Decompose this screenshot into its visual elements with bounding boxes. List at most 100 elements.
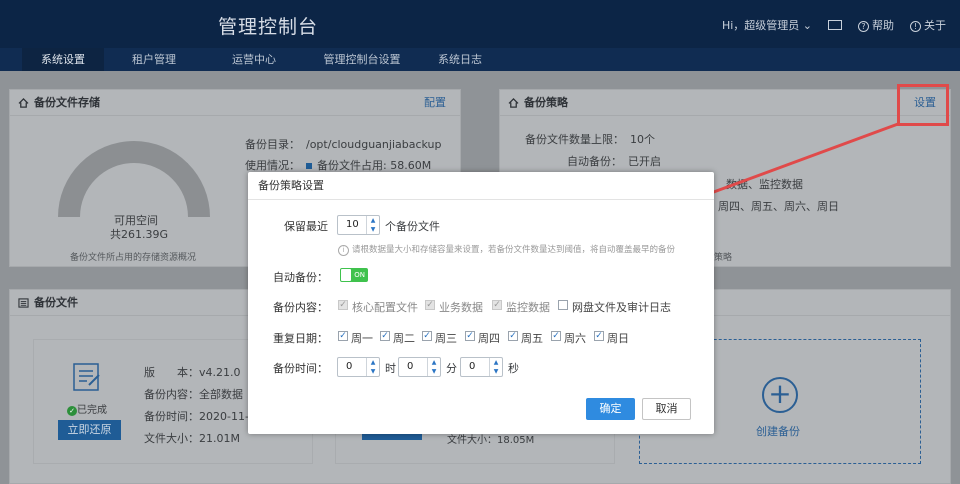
toggle-state: ON <box>354 271 365 279</box>
gauge-caption: 备份文件所占用的存储资源概况 <box>70 253 197 263</box>
done-status: 已完成 <box>77 405 107 416</box>
repeat-label: 重复日期： <box>273 332 328 345</box>
checkbox-sun[interactable]: ✓ <box>594 331 604 341</box>
stepper-up-icon[interactable]: ▲ <box>367 358 379 367</box>
help-icon: ? <box>858 21 869 32</box>
dir-label: 备份目录： <box>245 138 300 151</box>
usage-label: 使用情况： <box>245 159 300 172</box>
auto-backup-label: 自动备份： <box>273 271 328 284</box>
checkbox-business-data[interactable]: ✓ <box>425 300 435 310</box>
help-link[interactable]: ? 帮助 <box>858 17 894 33</box>
tab-console-settings[interactable]: 管理控制台设置 <box>304 48 420 71</box>
day-tue: 周二 <box>393 332 415 345</box>
size-label: 文件大小： <box>144 432 199 445</box>
stepper-arrows[interactable]: ▲ ▼ <box>366 358 379 376</box>
day-fri: 周五 <box>521 332 543 345</box>
checkbox-netdisk-audit[interactable] <box>558 300 568 310</box>
config-link[interactable]: 配置 <box>424 90 446 116</box>
user-menu[interactable]: Hi，超级管理员 ⌄ <box>722 17 812 33</box>
version-label: 版 本： <box>144 366 199 379</box>
backup-file-icon <box>73 363 100 391</box>
stepper-down-icon[interactable]: ▼ <box>490 367 502 376</box>
list-icon <box>18 298 29 308</box>
day-wed: 周三 <box>435 332 457 345</box>
mail-icon[interactable] <box>828 20 842 30</box>
tab-operations[interactable]: 运营中心 <box>204 48 304 71</box>
tab-system-log[interactable]: 系统日志 <box>420 48 500 71</box>
about-link[interactable]: ! 关于 <box>910 17 946 33</box>
minute-value: 0 <box>407 361 414 372</box>
version-value: v4.21.0 <box>199 366 241 379</box>
content-label: 备份内容： <box>144 388 199 401</box>
day-sat: 周六 <box>564 332 586 345</box>
restore-button-2[interactable] <box>362 434 422 440</box>
checkbox-thu[interactable]: ✓ <box>465 331 475 341</box>
info-icon: i <box>338 245 349 256</box>
auto-value: 已开启 <box>628 155 661 168</box>
checkbox-mon[interactable]: ✓ <box>338 331 348 341</box>
opt-netdisk-audit: 网盘文件及审计日志 <box>572 301 671 314</box>
storage-panel-title: 备份文件存储 <box>34 96 100 109</box>
stepper-arrows[interactable]: ▲ ▼ <box>489 358 502 376</box>
keep-label: 保留最近 <box>284 220 328 233</box>
stepper-up-icon[interactable]: ▲ <box>428 358 440 367</box>
tab-system-settings[interactable]: 系统设置 <box>22 48 104 71</box>
restore-button[interactable]: 立即还原 <box>58 420 121 440</box>
content-opts-label: 备份内容： <box>273 301 328 314</box>
stepper-arrows[interactable]: ▲ ▼ <box>427 358 440 376</box>
second-value: 0 <box>469 361 476 372</box>
hour-unit: 时 <box>385 362 396 375</box>
opt-core-config: 核心配置文件 <box>352 301 418 314</box>
create-backup-label[interactable]: 创建备份 <box>756 423 800 439</box>
checkbox-tue[interactable]: ✓ <box>380 331 390 341</box>
ok-button[interactable]: 确定 <box>586 398 635 420</box>
stepper-down-icon[interactable]: ▼ <box>367 367 379 376</box>
check-circle-icon: ✓ <box>67 406 77 416</box>
stepper-down-icon[interactable]: ▼ <box>367 225 379 234</box>
chevron-down-icon: ⌄ <box>799 19 812 32</box>
plus-icon[interactable]: + <box>762 377 798 413</box>
checkbox-sat[interactable]: ✓ <box>551 331 561 341</box>
size-value: 21.01M <box>199 432 240 445</box>
app-title: 管理控制台 <box>218 16 319 38</box>
auto-label: 自动备份： <box>567 155 622 168</box>
header-actions: Hi，超级管理员 ⌄ ? 帮助 ! 关于 <box>722 17 946 33</box>
toggle-knob <box>341 269 351 281</box>
keep-count-stepper[interactable]: 10 ▲ ▼ <box>337 215 380 235</box>
minute-stepper[interactable]: 0 ▲ ▼ <box>398 357 441 377</box>
info-icon: ! <box>910 21 921 32</box>
policy-panel-header: 备份策略 设置 <box>500 90 950 116</box>
minute-unit: 分 <box>446 362 457 375</box>
day-mon: 周一 <box>351 332 373 345</box>
files-panel-title: 备份文件 <box>34 296 78 309</box>
checkbox-monitor-data[interactable]: ✓ <box>492 300 502 310</box>
content-value: 全部数据 <box>199 388 243 401</box>
limit-value: 10个 <box>630 133 655 146</box>
stepper-up-icon[interactable]: ▲ <box>367 216 379 225</box>
tab-tenant[interactable]: 租户管理 <box>104 48 204 71</box>
opt-monitor-data: 监控数据 <box>506 301 550 314</box>
checkbox-core-config[interactable]: ✓ <box>338 300 348 310</box>
stepper-up-icon[interactable]: ▲ <box>490 358 502 367</box>
legend-swatch <box>306 163 312 169</box>
limit-label: 备份文件数量上限： <box>525 133 624 146</box>
day-sun: 周日 <box>607 332 629 345</box>
gauge-value: 共261.39G <box>110 228 169 241</box>
time-opts-label: 备份时间： <box>273 362 328 375</box>
top-header: 管理控制台 Hi，超级管理员 ⌄ ? 帮助 ! 关于 <box>0 0 960 48</box>
help-label: 帮助 <box>872 19 894 32</box>
second-stepper[interactable]: 0 ▲ ▼ <box>460 357 503 377</box>
policy-caption-tail: 策略 <box>714 253 733 263</box>
time-label: 备份时间： <box>144 410 199 423</box>
day-thu: 周四 <box>478 332 500 345</box>
checkbox-fri[interactable]: ✓ <box>508 331 518 341</box>
checkbox-wed[interactable]: ✓ <box>422 331 432 341</box>
dir-value: /opt/cloudguanjiabackup <box>306 138 442 151</box>
cancel-button[interactable]: 取消 <box>642 398 691 420</box>
hour-stepper[interactable]: 0 ▲ ▼ <box>337 357 380 377</box>
stepper-arrows[interactable]: ▲ ▼ <box>366 216 379 234</box>
policy-panel-title: 备份策略 <box>524 96 568 109</box>
auto-backup-toggle[interactable]: ON <box>340 268 368 282</box>
stepper-down-icon[interactable]: ▼ <box>428 367 440 376</box>
about-label: 关于 <box>924 19 946 32</box>
